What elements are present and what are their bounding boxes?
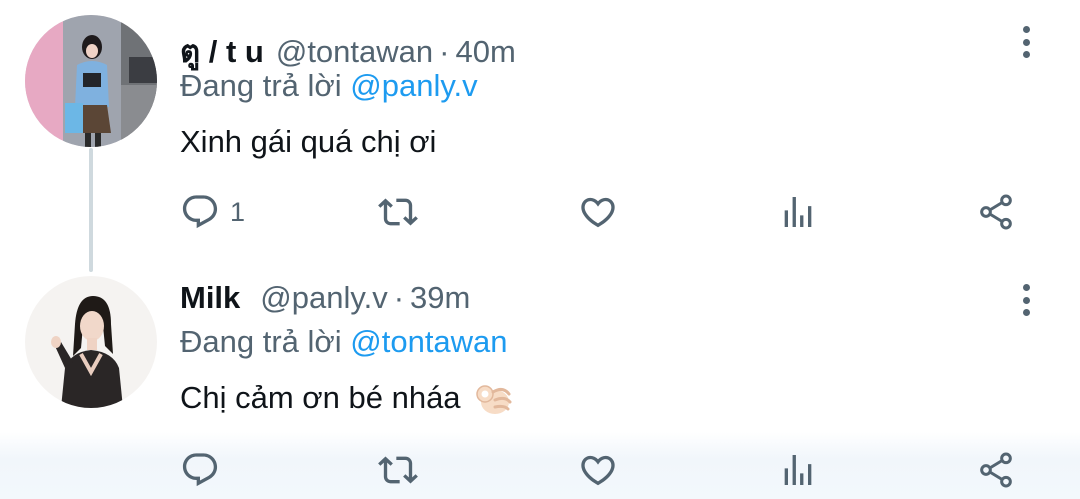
header-separator: · <box>393 280 405 315</box>
tweet-header: ตู / t u @tontawan · 40m <box>180 26 516 70</box>
like-icon <box>581 197 615 228</box>
analytics-button[interactable] <box>778 446 818 494</box>
handle[interactable]: @tontawan <box>276 34 433 70</box>
tweet-header: Milk @panly.v · 39m <box>180 280 470 324</box>
ok-hand-emoji <box>475 385 512 414</box>
like-button[interactable] <box>578 446 618 494</box>
timestamp[interactable]: 39m <box>410 280 470 316</box>
display-name[interactable]: Milk <box>180 280 240 316</box>
analytics-icon <box>784 197 812 227</box>
header-separator: · <box>439 34 450 69</box>
avatar-photo-portrait <box>25 276 157 408</box>
replying-to-line: Đang trả lời @panly.v <box>180 68 478 104</box>
replying-prefix: Đang trả lời <box>180 324 342 359</box>
retweet-icon <box>378 198 418 226</box>
more-options-icon[interactable] <box>1012 280 1040 320</box>
tweet-text: Chị cảm ơn bé nháa <box>180 378 513 418</box>
like-button[interactable] <box>578 188 618 236</box>
reply-thread: ตู / t u @tontawan · 40m Đang trả lời @p… <box>0 0 1080 499</box>
avatar[interactable] <box>25 15 157 147</box>
replying-to-mention[interactable]: @tontawan <box>350 324 507 359</box>
handle[interactable]: @panly.v <box>260 280 387 316</box>
replying-prefix: Đang trả lời <box>180 68 342 103</box>
retweet-button[interactable] <box>378 446 418 494</box>
tweet-text-content: Chị cảm ơn bé nháa <box>180 380 461 415</box>
analytics-icon <box>784 455 812 485</box>
analytics-button[interactable] <box>778 188 818 236</box>
share-icon <box>980 452 1012 488</box>
reply-button[interactable]: 1 <box>180 188 245 236</box>
timestamp[interactable]: 40m <box>455 34 515 70</box>
avatar[interactable] <box>25 276 157 408</box>
share-button[interactable] <box>976 188 1016 236</box>
reply-icon <box>182 195 218 229</box>
avatar-photo-street <box>25 15 157 147</box>
share-button[interactable] <box>976 446 1016 494</box>
reply-button[interactable] <box>180 446 220 494</box>
tweet-action-bar <box>180 446 1040 494</box>
replying-to-mention[interactable]: @panly.v <box>350 68 477 103</box>
reply-count: 1 <box>230 196 246 227</box>
thread-connector-line <box>89 148 93 272</box>
retweet-icon <box>378 456 418 484</box>
tweet-action-bar: 1 <box>180 188 1040 236</box>
tweet-text-content: Xinh gái quá chị ơi <box>180 124 437 159</box>
share-icon <box>980 194 1012 230</box>
reply-icon <box>182 453 218 487</box>
like-icon <box>581 455 615 486</box>
retweet-button[interactable] <box>378 188 418 236</box>
tweet-text: Xinh gái quá chị ơi <box>180 124 436 160</box>
replying-to-line: Đang trả lời @tontawan <box>180 324 508 360</box>
more-options-icon[interactable] <box>1012 22 1040 62</box>
